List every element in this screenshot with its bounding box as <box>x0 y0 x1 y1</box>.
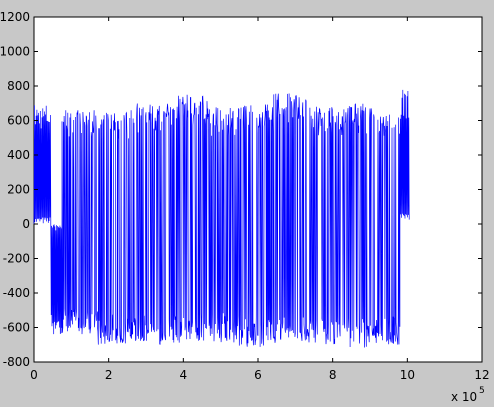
y-tick-label: 200 <box>7 183 30 197</box>
y-tick-label: 800 <box>7 79 30 93</box>
x-tick-label: 8 <box>329 368 337 382</box>
y-tick-label: -400 <box>3 286 30 300</box>
y-tick-label: 0 <box>22 217 30 231</box>
x-tick-label: 4 <box>180 368 188 382</box>
x-tick-label: 2 <box>105 368 113 382</box>
x-tick-label: 10 <box>400 368 415 382</box>
y-tick-label: -800 <box>3 355 30 369</box>
y-tick-label: 1200 <box>0 10 30 24</box>
x-exponent-label: x 10 5 <box>451 386 485 404</box>
x-tick-label: 0 <box>30 368 38 382</box>
y-tick-label: -200 <box>3 252 30 266</box>
x-tick-label: 6 <box>254 368 262 382</box>
y-tick-label: 600 <box>7 114 30 128</box>
x-exponent-base: x 10 <box>451 390 477 404</box>
y-tick-label: 400 <box>7 148 30 162</box>
y-tick-label: -600 <box>3 321 30 335</box>
y-tick-label: 1000 <box>0 45 30 59</box>
chart-figure: 0 2 4 6 8 10 12 -800 -600 -400 -200 0 200 400 600 800 10… <box>0 10 490 404</box>
x-tick-label: 12 <box>474 368 489 382</box>
x-exponent-power: 5 <box>479 386 485 396</box>
